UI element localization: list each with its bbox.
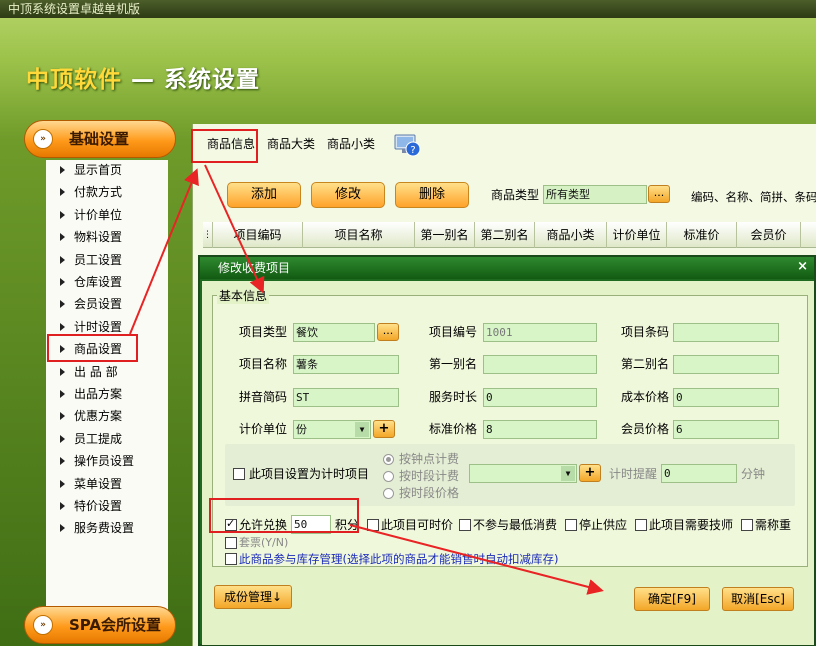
annotation-arrows: [129, 164, 604, 595]
